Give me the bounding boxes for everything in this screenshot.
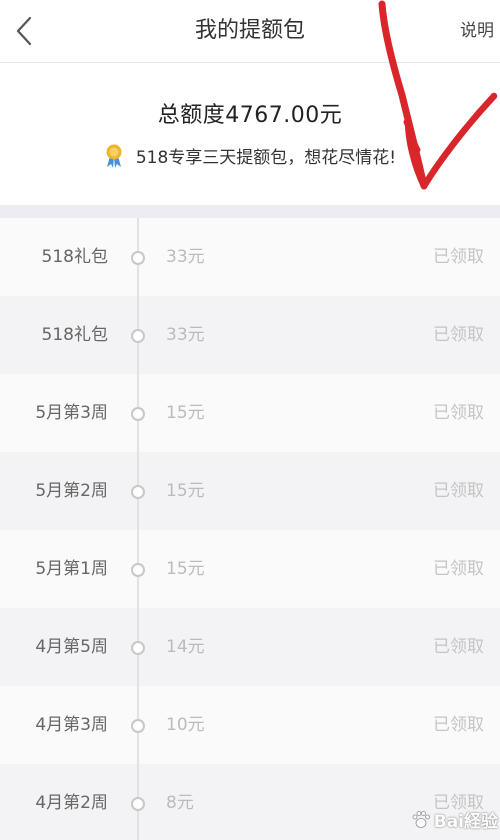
back-button[interactable] [8,11,40,51]
package-amount: 15元 [166,559,205,579]
chevron-left-icon [16,16,32,46]
package-amount: 33元 [166,325,205,345]
timeline-dot [131,563,145,577]
timeline-dot [131,797,145,811]
watermark-text: Bai経验 [433,812,498,832]
package-label: 5月第3周 [35,403,108,423]
package-row[interactable]: 5月第2周 15元 已领取 [0,452,500,530]
paw-logo-icon [412,810,430,828]
timeline-line [137,218,139,840]
section-divider [0,205,500,218]
package-row[interactable]: 5月第1周 15元 已领取 [0,530,500,608]
timeline-dot [131,329,145,343]
package-label: 4月第3周 [35,715,108,735]
claimed-status: 已领取 [433,481,484,501]
package-amount: 33元 [166,247,205,267]
package-amount: 14元 [166,637,205,657]
package-amount: 15元 [166,403,205,423]
package-row[interactable]: 518礼包 33元 已领取 [0,218,500,296]
claimed-status: 已领取 [433,559,484,579]
claimed-status: 已领取 [433,715,484,735]
package-row[interactable]: 518礼包 33元 已领取 [0,296,500,374]
timeline-dot [131,719,145,733]
package-row[interactable]: 4月第5周 14元 已领取 [0,608,500,686]
medal-icon [106,144,122,168]
claimed-status: 已领取 [433,637,484,657]
package-amount: 10元 [166,715,205,735]
page-title: 我的提额包 [194,18,305,43]
claimed-status: 已领取 [433,325,484,345]
promo-banner: 518专享三天提额包，想花尽情花! [0,143,500,168]
package-label: 518礼包 [41,325,108,345]
claimed-status: 已领取 [433,247,484,267]
package-label: 5月第2周 [35,481,108,501]
package-label: 5月第1周 [35,559,108,579]
package-label: 518礼包 [41,247,108,267]
package-label: 4月第5周 [35,637,108,657]
package-label: 4月第2周 [35,793,108,813]
package-row[interactable]: 4月第3周 10元 已领取 [0,686,500,764]
top-navbar: 我的提额包 说明 [0,0,500,63]
total-credit: 总额度4767.00元 [157,103,343,128]
package-row[interactable]: 5月第3周 15元 已领取 [0,374,500,452]
package-amount: 8元 [166,793,194,813]
timeline-dot [131,485,145,499]
claimed-status: 已领取 [433,403,484,423]
credit-summary: 总额度4767.00元 518专享三天提额包，想花尽情花! [0,63,500,205]
baidu-watermark: Bai経验 [411,807,498,832]
package-amount: 15元 [166,481,205,501]
timeline-dot [131,407,145,421]
help-button[interactable]: 说明 [460,0,494,62]
promo-text: 518专享三天提额包，想花尽情花! [135,148,397,168]
timeline-dot [131,641,145,655]
package-list[interactable]: 518礼包 33元 已领取 518礼包 33元 已领取 5月第3周 15元 已领取 5月第2周 15… [0,218,500,840]
timeline-dot [131,251,145,265]
